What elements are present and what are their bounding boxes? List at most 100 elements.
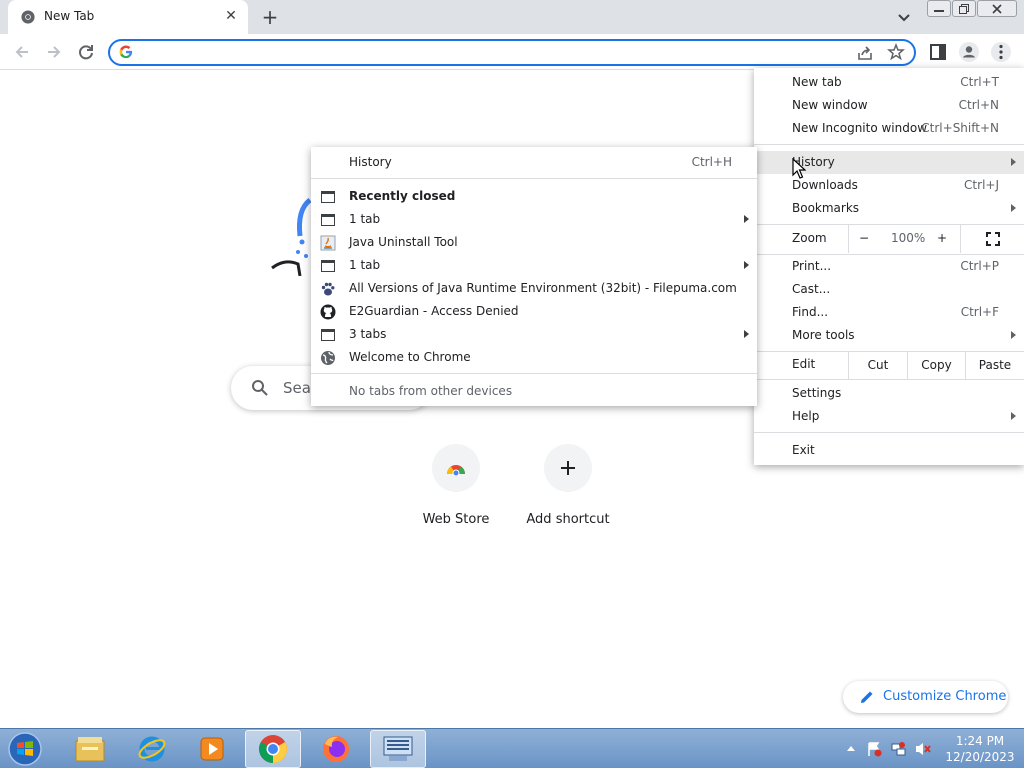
taskbar-internet-explorer[interactable] <box>124 730 180 768</box>
menu-divider <box>754 432 1024 433</box>
menu-item-label: Exit <box>792 443 815 457</box>
taskbar-on-screen-keyboard[interactable] <box>370 730 426 768</box>
history-entry-3-tabs[interactable]: 3 tabs <box>311 323 757 346</box>
history-label: History <box>349 155 392 169</box>
submenu-arrow-icon <box>744 215 749 223</box>
submenu-arrow-icon <box>744 261 749 269</box>
menu-item-bookmarks[interactable]: Bookmarks <box>754 197 1024 220</box>
taskbar-file-explorer[interactable] <box>62 730 118 768</box>
forward-icon[interactable] <box>43 41 65 63</box>
profile-icon[interactable] <box>958 41 980 63</box>
menu-item-label: Help <box>792 409 820 423</box>
copy-button[interactable]: Copy <box>907 351 965 379</box>
menu-item-find[interactable]: Find... Ctrl+F <box>754 301 1024 324</box>
shortcut-web-store[interactable]: Web Store <box>406 444 506 527</box>
menu-item-exit[interactable]: Exit <box>754 439 1024 462</box>
taskbar-clock[interactable]: 1:24 PM 12/20/2023 <box>945 733 1015 765</box>
toolbar <box>0 34 1024 70</box>
menu-item-settings[interactable]: Settings <box>754 382 1024 405</box>
customize-chrome-button[interactable]: Customize Chrome <box>843 681 1008 713</box>
webstore-icon <box>446 465 465 476</box>
start-button-icon[interactable] <box>4 731 46 767</box>
restore-button[interactable] <box>952 0 976 17</box>
show-hidden-icons-icon[interactable] <box>846 744 856 752</box>
menu-divider <box>311 373 757 374</box>
close-window-button[interactable] <box>977 0 1017 17</box>
reload-icon[interactable] <box>75 41 97 63</box>
globe-icon <box>321 351 335 365</box>
menu-edit-row: Edit Cut Copy Paste <box>754 351 1024 379</box>
shortcut-label: Web Store <box>422 512 490 527</box>
star-icon[interactable] <box>887 43 905 61</box>
menu-divider <box>754 144 1024 145</box>
screen-keyboard-icon <box>383 736 413 761</box>
plus-icon[interactable]: + <box>259 6 281 28</box>
submenu-arrow-icon <box>1011 412 1016 420</box>
history-entry-label: Java Uninstall Tool <box>349 235 458 249</box>
cut-button[interactable]: Cut <box>848 351 907 379</box>
paw-icon <box>321 282 335 296</box>
network-icon[interactable] <box>890 741 906 757</box>
menu-item-label: Settings <box>792 386 842 400</box>
taskbar-chrome[interactable] <box>245 730 301 768</box>
zoom-out-button[interactable]: − <box>859 231 869 245</box>
menu-item-shortcut: Ctrl+Shift+N <box>921 121 999 135</box>
menu-item-new-tab[interactable]: New tab Ctrl+T <box>754 71 1024 94</box>
customize-label: Customize Chrome <box>883 689 1007 704</box>
tab-new-tab[interactable]: New Tab ✕ <box>8 0 248 34</box>
history-entry-1-tab[interactable]: 1 tab <box>311 208 757 231</box>
menu-item-shortcut: Ctrl+F <box>960 305 999 319</box>
menu-item-help[interactable]: Help <box>754 405 1024 428</box>
taskbar-media-player[interactable] <box>184 730 240 768</box>
back-icon[interactable] <box>11 41 33 63</box>
menu-item-new-incognito[interactable]: New Incognito window Ctrl+Shift+N <box>754 117 1024 140</box>
menu-item-label: New Incognito window <box>792 121 928 135</box>
no-other-devices-item: No tabs from other devices <box>311 380 757 403</box>
action-center-flag-icon[interactable] <box>866 741 882 757</box>
internet-explorer-icon <box>138 736 166 762</box>
history-entry-welcome-to-chrome[interactable]: Welcome to Chrome <box>311 346 757 369</box>
submenu-arrow-icon <box>1011 158 1016 166</box>
zoom-level: 100% <box>891 231 926 245</box>
fullscreen-button[interactable] <box>960 225 1024 253</box>
history-entry-filepuma[interactable]: All Versions of Java Runtime Environment… <box>311 277 757 300</box>
search-placeholder: Sea <box>283 379 311 397</box>
chevron-down-icon[interactable] <box>894 7 914 27</box>
window-icon <box>321 214 335 226</box>
no-other-devices-label: No tabs from other devices <box>349 384 513 398</box>
menu-item-shortcut: Ctrl+P <box>960 259 999 273</box>
history-entry-e2guardian[interactable]: E2Guardian - Access Denied <box>311 300 757 323</box>
history-entry-1-tab[interactable]: 1 tab <box>311 254 757 277</box>
tab-strip: New Tab ✕ + <box>0 0 1024 34</box>
menu-item-label: Bookmarks <box>792 201 860 215</box>
close-icon <box>992 3 1002 14</box>
history-item-history[interactable]: History Ctrl+H <box>311 151 757 174</box>
kebab-menu-icon[interactable] <box>990 41 1012 63</box>
paste-button[interactable]: Paste <box>965 351 1024 379</box>
pencil-icon <box>861 691 873 703</box>
volume-muted-icon[interactable] <box>914 741 932 757</box>
clock-time: 1:24 PM <box>955 734 1005 748</box>
side-panel-icon[interactable] <box>927 41 949 63</box>
menu-item-shortcut: Ctrl+J <box>964 178 999 192</box>
share-icon[interactable] <box>856 44 874 62</box>
taskbar-firefox[interactable] <box>308 730 364 768</box>
minimize-button[interactable] <box>927 0 951 17</box>
history-entry-java-uninstall[interactable]: Java Uninstall Tool <box>311 231 757 254</box>
menu-item-label: Downloads <box>792 178 858 192</box>
history-entry-label: 1 tab <box>349 258 381 272</box>
history-shortcut: Ctrl+H <box>691 155 732 169</box>
shortcut-label: Add shortcut <box>526 512 610 527</box>
mouse-cursor-icon <box>792 158 806 179</box>
menu-item-label: Print... <box>792 259 832 273</box>
zoom-in-button[interactable]: + <box>937 231 947 245</box>
address-bar[interactable] <box>108 39 916 66</box>
menu-item-cast[interactable]: Cast... <box>754 278 1024 301</box>
close-icon[interactable]: ✕ <box>222 7 240 25</box>
menu-item-new-window[interactable]: New window Ctrl+N <box>754 94 1024 117</box>
menu-item-more-tools[interactable]: More tools <box>754 324 1024 347</box>
restore-icon <box>959 3 969 14</box>
add-shortcut-button[interactable]: Add shortcut <box>518 444 618 527</box>
firefox-icon <box>323 736 349 762</box>
menu-item-print[interactable]: Print... Ctrl+P <box>754 255 1024 278</box>
